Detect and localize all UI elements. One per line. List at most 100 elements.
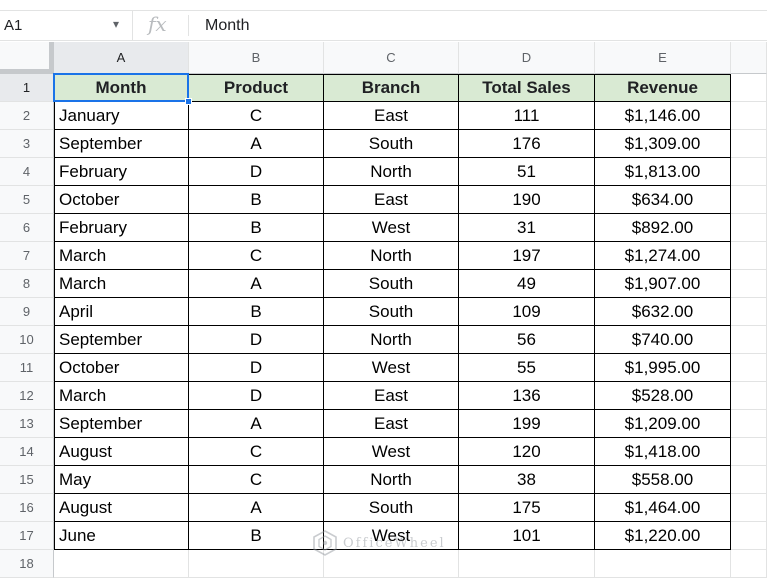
table-cell[interactable]: B [189, 298, 324, 326]
table-header-cell[interactable]: Product [189, 74, 324, 102]
table-cell[interactable]: West [324, 438, 459, 466]
empty-cell[interactable] [731, 158, 767, 186]
table-cell[interactable]: 31 [459, 214, 595, 242]
row-header-10[interactable]: 10 [0, 326, 54, 354]
table-cell[interactable]: East [324, 382, 459, 410]
row-header-6[interactable]: 6 [0, 214, 54, 242]
table-cell[interactable]: September [54, 130, 189, 158]
table-cell[interactable]: $558.00 [595, 466, 731, 494]
table-cell[interactable]: North [324, 242, 459, 270]
formula-input[interactable]: Month [205, 17, 249, 35]
empty-cell[interactable] [731, 74, 767, 102]
table-cell[interactable]: 56 [459, 326, 595, 354]
empty-cell[interactable] [731, 438, 767, 466]
table-cell[interactable]: September [54, 326, 189, 354]
table-cell[interactable]: 55 [459, 354, 595, 382]
table-cell[interactable]: $632.00 [595, 298, 731, 326]
row-header-9[interactable]: 9 [0, 298, 54, 326]
table-cell[interactable]: $1,995.00 [595, 354, 731, 382]
table-cell[interactable]: $528.00 [595, 382, 731, 410]
table-cell[interactable]: B [189, 214, 324, 242]
table-cell[interactable]: A [189, 130, 324, 158]
table-cell[interactable]: D [189, 158, 324, 186]
table-cell[interactable]: C [189, 242, 324, 270]
row-header-7[interactable]: 7 [0, 242, 54, 270]
column-header-e[interactable]: E [595, 42, 731, 74]
table-cell[interactable]: A [189, 270, 324, 298]
table-cell[interactable]: August [54, 438, 189, 466]
table-cell[interactable]: North [324, 158, 459, 186]
row-header-11[interactable]: 11 [0, 354, 54, 382]
table-cell[interactable]: $1,464.00 [595, 494, 731, 522]
fill-handle[interactable] [185, 98, 192, 105]
table-cell[interactable]: West [324, 354, 459, 382]
table-cell[interactable]: West [324, 214, 459, 242]
table-cell[interactable]: $1,907.00 [595, 270, 731, 298]
table-cell[interactable]: C [189, 102, 324, 130]
row-header-17[interactable]: 17 [0, 522, 54, 550]
empty-cell[interactable] [731, 382, 767, 410]
table-cell[interactable]: East [324, 186, 459, 214]
row-header-2[interactable]: 2 [0, 102, 54, 130]
empty-cell[interactable] [459, 550, 595, 578]
table-cell[interactable]: 176 [459, 130, 595, 158]
column-header-c[interactable]: C [324, 42, 459, 74]
name-box[interactable]: A1 ▾ [0, 11, 133, 40]
table-cell[interactable]: East [324, 102, 459, 130]
row-header-18[interactable]: 18 [0, 550, 54, 578]
table-header-cell[interactable]: Revenue [595, 74, 731, 102]
empty-cell[interactable] [731, 214, 767, 242]
table-cell[interactable]: $1,813.00 [595, 158, 731, 186]
empty-cell[interactable] [595, 550, 731, 578]
row-header-1[interactable]: 1 [0, 74, 54, 102]
table-cell[interactable]: $1,418.00 [595, 438, 731, 466]
table-cell[interactable]: $740.00 [595, 326, 731, 354]
row-header-3[interactable]: 3 [0, 130, 54, 158]
table-cell[interactable]: D [189, 354, 324, 382]
table-cell[interactable]: $1,209.00 [595, 410, 731, 438]
table-cell[interactable]: 190 [459, 186, 595, 214]
empty-cell[interactable] [731, 522, 767, 550]
empty-cell[interactable] [731, 354, 767, 382]
empty-cell[interactable] [731, 326, 767, 354]
table-cell[interactable]: 199 [459, 410, 595, 438]
table-cell[interactable]: 51 [459, 158, 595, 186]
table-cell[interactable]: 197 [459, 242, 595, 270]
empty-cell[interactable] [731, 130, 767, 158]
table-cell[interactable]: East [324, 410, 459, 438]
empty-cell[interactable] [731, 298, 767, 326]
empty-cell[interactable] [731, 550, 767, 578]
table-cell[interactable]: 101 [459, 522, 595, 550]
table-header-cell[interactable]: Total Sales [459, 74, 595, 102]
table-cell[interactable]: September [54, 410, 189, 438]
table-cell[interactable]: August [54, 494, 189, 522]
empty-cell[interactable] [731, 186, 767, 214]
table-cell[interactable]: March [54, 270, 189, 298]
table-cell[interactable]: D [189, 382, 324, 410]
table-cell[interactable]: $1,274.00 [595, 242, 731, 270]
row-header-14[interactable]: 14 [0, 438, 54, 466]
table-cell[interactable]: D [189, 326, 324, 354]
empty-cell[interactable] [54, 550, 189, 578]
chevron-down-icon[interactable]: ▾ [113, 17, 119, 31]
table-cell[interactable]: 49 [459, 270, 595, 298]
empty-cell[interactable] [731, 102, 767, 130]
table-header-cell[interactable]: Month [54, 74, 189, 102]
row-header-16[interactable]: 16 [0, 494, 54, 522]
table-cell[interactable]: South [324, 130, 459, 158]
table-cell[interactable]: $1,220.00 [595, 522, 731, 550]
table-cell[interactable]: B [189, 522, 324, 550]
table-cell[interactable]: February [54, 158, 189, 186]
empty-cell[interactable] [731, 242, 767, 270]
empty-cell[interactable] [731, 466, 767, 494]
table-cell[interactable]: October [54, 354, 189, 382]
table-cell[interactable]: March [54, 382, 189, 410]
table-cell[interactable]: June [54, 522, 189, 550]
empty-cell[interactable] [731, 410, 767, 438]
table-cell[interactable]: 111 [459, 102, 595, 130]
row-header-15[interactable]: 15 [0, 466, 54, 494]
empty-cell[interactable] [731, 494, 767, 522]
select-all-corner[interactable] [0, 42, 54, 74]
table-cell[interactable]: 120 [459, 438, 595, 466]
table-cell[interactable]: 38 [459, 466, 595, 494]
